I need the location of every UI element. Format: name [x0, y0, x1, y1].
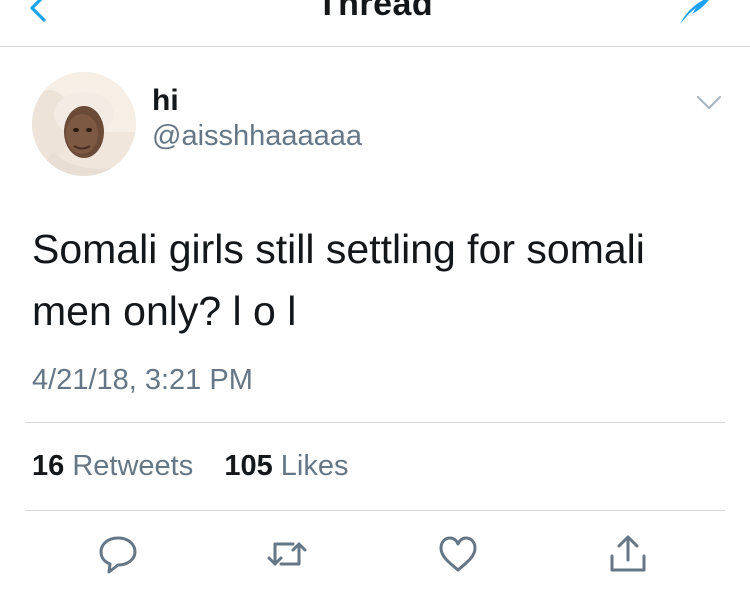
- tweet-text: Somali girls still settling for somali m…: [32, 226, 645, 334]
- retweet-button[interactable]: [265, 532, 309, 576]
- avatar[interactable]: [32, 72, 136, 176]
- display-name[interactable]: hi: [152, 84, 179, 118]
- divider: [25, 510, 725, 511]
- likes-label[interactable]: Likes: [281, 450, 349, 482]
- tweet-options-button[interactable]: [695, 94, 723, 112]
- retweet-icon: [267, 542, 307, 566]
- retweets-label[interactable]: Retweets: [72, 450, 193, 482]
- nav-title: Thread: [316, 0, 434, 23]
- reply-button[interactable]: [96, 532, 140, 576]
- reply-bubble-icon: [99, 536, 137, 574]
- engagement-stats: 16 Retweets 105 Likes: [32, 450, 349, 483]
- divider: [25, 422, 725, 423]
- nav-bar: Thread: [0, 0, 750, 47]
- heart-icon: [439, 536, 477, 572]
- feather-compose-icon: [680, 0, 709, 24]
- user-handle[interactable]: @aisshhaaaaaa: [152, 120, 362, 153]
- compose-button[interactable]: [672, 0, 716, 26]
- likes-count[interactable]: 105: [224, 450, 272, 482]
- profile-photo: [32, 72, 136, 176]
- chevron-down-icon: [696, 95, 722, 110]
- share-button[interactable]: [606, 532, 650, 576]
- share-upload-icon: [610, 535, 646, 572]
- retweets-count[interactable]: 16: [32, 450, 64, 482]
- like-button[interactable]: [436, 532, 480, 576]
- tweet-timestamp: 4/21/18, 3:21 PM: [32, 364, 253, 396]
